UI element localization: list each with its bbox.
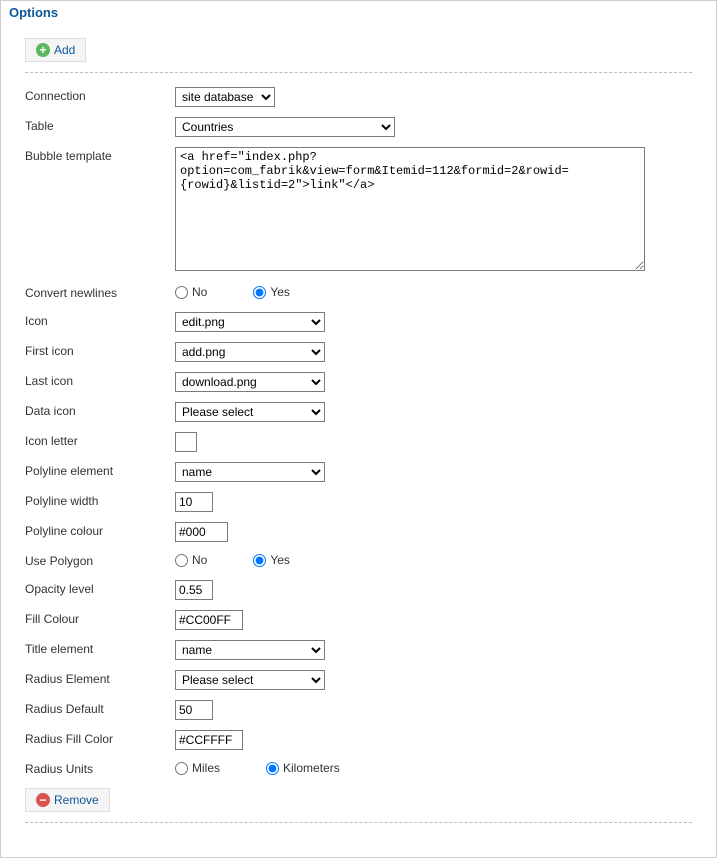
radius-miles-radio[interactable]	[175, 762, 188, 775]
table-label: Table	[25, 117, 175, 133]
icon-label: Icon	[25, 312, 175, 328]
convert-no-radio[interactable]	[175, 286, 188, 299]
add-button-label: Add	[54, 43, 75, 57]
radius-miles-option[interactable]: Miles	[175, 761, 220, 775]
connection-label: Connection	[25, 87, 175, 103]
last-icon-select[interactable]: download.png	[175, 372, 325, 392]
convert-no-option[interactable]: No	[175, 285, 207, 299]
remove-button-label: Remove	[54, 793, 99, 807]
convert-label: Convert newlines	[25, 284, 175, 300]
polyline-element-select[interactable]: name	[175, 462, 325, 482]
connection-select[interactable]: site database	[175, 87, 275, 107]
title-element-label: Title element	[25, 640, 175, 656]
icon-letter-label: Icon letter	[25, 432, 175, 448]
radius-units-label: Radius Units	[25, 760, 175, 776]
polyline-colour-label: Polyline colour	[25, 522, 175, 538]
radius-fill-label: Radius Fill Color	[25, 730, 175, 746]
last-icon-label: Last icon	[25, 372, 175, 388]
polyline-element-label: Polyline element	[25, 462, 175, 478]
polyline-colour-input[interactable]	[175, 522, 228, 542]
polyline-width-label: Polyline width	[25, 492, 175, 508]
first-icon-label: First icon	[25, 342, 175, 358]
bubble-textarea[interactable]	[175, 147, 645, 271]
icon-select[interactable]: edit.png	[175, 312, 325, 332]
add-icon: +	[36, 43, 50, 57]
data-icon-select[interactable]: Please select	[175, 402, 325, 422]
remove-icon: −	[36, 793, 50, 807]
radius-default-input[interactable]	[175, 700, 213, 720]
fill-colour-input[interactable]	[175, 610, 243, 630]
panel-title: Options	[1, 0, 716, 26]
add-button[interactable]: + Add	[25, 38, 86, 62]
polyline-width-input[interactable]	[175, 492, 213, 512]
polygon-no-radio[interactable]	[175, 554, 188, 567]
opacity-input[interactable]	[175, 580, 213, 600]
polygon-yes-option[interactable]: Yes	[253, 553, 290, 567]
options-panel: Options + Add Connection site database T…	[0, 0, 717, 858]
divider-top	[25, 72, 692, 73]
radius-element-label: Radius Element	[25, 670, 175, 686]
radius-fill-input[interactable]	[175, 730, 243, 750]
fill-colour-label: Fill Colour	[25, 610, 175, 626]
radius-default-label: Radius Default	[25, 700, 175, 716]
radius-km-radio[interactable]	[266, 762, 279, 775]
bubble-label: Bubble template	[25, 147, 175, 163]
polygon-no-option[interactable]: No	[175, 553, 207, 567]
convert-yes-option[interactable]: Yes	[253, 285, 290, 299]
remove-button[interactable]: − Remove	[25, 788, 110, 812]
table-select[interactable]: Countries	[175, 117, 395, 137]
divider-bottom	[25, 822, 692, 823]
data-icon-label: Data icon	[25, 402, 175, 418]
icon-letter-input[interactable]	[175, 432, 197, 452]
use-polygon-label: Use Polygon	[25, 552, 175, 568]
radius-element-select[interactable]: Please select	[175, 670, 325, 690]
polygon-yes-radio[interactable]	[253, 554, 266, 567]
title-element-select[interactable]: name	[175, 640, 325, 660]
radius-km-option[interactable]: Kilometers	[266, 761, 340, 775]
first-icon-select[interactable]: add.png	[175, 342, 325, 362]
convert-yes-radio[interactable]	[253, 286, 266, 299]
opacity-label: Opacity level	[25, 580, 175, 596]
